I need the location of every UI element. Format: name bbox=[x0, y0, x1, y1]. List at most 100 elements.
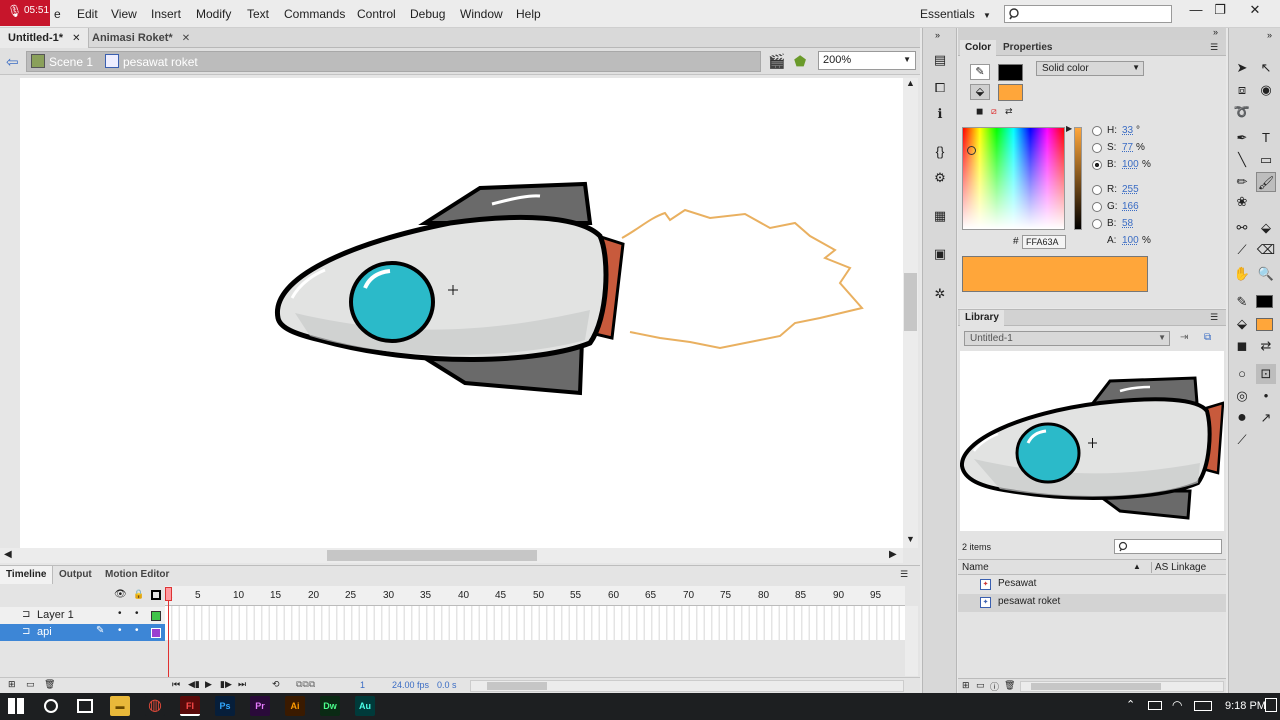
green-radio[interactable] bbox=[1092, 202, 1102, 212]
stroke-color-tool-swatch[interactable] bbox=[1256, 295, 1273, 308]
deco-tool-icon[interactable]: ❀ bbox=[1232, 192, 1252, 212]
project-icon[interactable]: ✲ bbox=[930, 284, 950, 304]
hue-radio[interactable] bbox=[1092, 126, 1102, 136]
scroll-up-icon[interactable]: ▲ bbox=[906, 78, 915, 88]
windows-start-icon[interactable] bbox=[8, 698, 24, 714]
color-spectrum[interactable] bbox=[962, 127, 1065, 230]
library-hscroll[interactable] bbox=[1020, 681, 1224, 692]
menu-insert[interactable]: Insert bbox=[151, 7, 181, 21]
outline-icon[interactable] bbox=[151, 590, 161, 600]
step-forward-icon[interactable]: ▮▶ bbox=[220, 679, 232, 690]
stroke-color-swatch[interactable] bbox=[998, 64, 1023, 81]
scroll-left-icon[interactable]: ◀ bbox=[4, 549, 12, 560]
info-icon[interactable]: ℹ bbox=[930, 104, 950, 124]
fill-type-select[interactable]: Solid color ▼ bbox=[1036, 61, 1144, 76]
panel-menu-icon[interactable]: ☰ bbox=[1210, 42, 1218, 53]
transform-icon[interactable]: ⧠ bbox=[930, 78, 950, 98]
tab-animasi-roket[interactable]: Animasi Roket* ✕ bbox=[84, 28, 198, 48]
free-transform-tool-icon[interactable]: ⧈ bbox=[1232, 80, 1252, 100]
line-tool-icon[interactable]: ╲ bbox=[1232, 150, 1252, 170]
layer-row-selected[interactable]: ⊐ api ✎ • • bbox=[0, 624, 165, 641]
red-value[interactable]: 255 bbox=[1122, 184, 1139, 195]
current-frame[interactable]: 1 bbox=[360, 680, 365, 690]
collapse-icon[interactable]: » bbox=[1213, 27, 1218, 37]
stage-vertical-scrollbar[interactable]: ▲ ▼ bbox=[903, 78, 918, 548]
keyboard-icon[interactable] bbox=[1194, 701, 1212, 711]
layer-color-swatch[interactable] bbox=[151, 611, 161, 621]
motion-presets-icon[interactable]: ▣ bbox=[930, 244, 950, 264]
rocket-artwork[interactable] bbox=[20, 78, 903, 548]
go-last-icon[interactable]: ⏭ bbox=[238, 679, 246, 690]
3d-rotation-tool-icon[interactable]: ◉ bbox=[1256, 80, 1276, 100]
brightness-slider[interactable] bbox=[1074, 127, 1082, 230]
tilt-icon[interactable]: ⟋ bbox=[1232, 430, 1252, 450]
code-snippets-icon[interactable]: {} bbox=[930, 142, 950, 162]
column-name[interactable]: Name bbox=[962, 562, 989, 573]
scroll-thumb[interactable] bbox=[487, 682, 547, 690]
hex-input[interactable]: FFA63A bbox=[1022, 235, 1066, 249]
fill-color-tool-swatch[interactable] bbox=[1256, 318, 1273, 331]
stroke-color-tool-icon[interactable]: ✎ bbox=[1232, 292, 1252, 312]
fill-color-icon[interactable]: ⬙ bbox=[970, 84, 990, 100]
wifi-icon[interactable]: ◠ bbox=[1172, 698, 1182, 712]
tab-library[interactable]: Library bbox=[960, 310, 1004, 326]
fill-color-swatch[interactable] bbox=[998, 84, 1023, 101]
menu-modify[interactable]: Modify bbox=[196, 7, 231, 21]
brush-tool-icon[interactable]: 🖌 bbox=[1256, 172, 1276, 192]
collapse-icon[interactable]: » bbox=[1267, 30, 1272, 40]
object-drawing-icon[interactable]: ○ bbox=[1232, 364, 1252, 384]
swap-colors-icon[interactable]: ⇄ bbox=[1256, 336, 1276, 356]
timeline-hscroll[interactable] bbox=[470, 680, 904, 692]
swap-colors-icon[interactable]: ⇄ bbox=[1005, 106, 1013, 117]
taskbar-app-premiere[interactable]: Pr bbox=[250, 696, 270, 716]
library-search-input[interactable] bbox=[1114, 539, 1222, 554]
taskbar-app-flash[interactable]: Fl bbox=[180, 696, 200, 716]
eye-icon[interactable]: 👁 bbox=[114, 589, 127, 600]
new-layer-icon[interactable]: ⊞ bbox=[8, 679, 16, 690]
trash-icon[interactable]: 🗑 bbox=[1004, 680, 1015, 691]
saturation-radio[interactable] bbox=[1092, 143, 1102, 153]
edit-scene-icon[interactable]: 🎬 bbox=[768, 53, 785, 70]
go-first-icon[interactable]: ⏮ bbox=[172, 679, 180, 690]
scroll-down-icon[interactable]: ▼ bbox=[906, 534, 915, 544]
frame-ruler[interactable]: 1 5 10 15 20 25 30 35 40 45 50 55 60 65 … bbox=[165, 586, 905, 606]
saturation-value[interactable]: 77 bbox=[1122, 142, 1133, 153]
play-icon[interactable]: ▶ bbox=[205, 679, 212, 690]
library-document-select[interactable]: Untitled-1 ▼ bbox=[964, 331, 1170, 346]
tab-untitled-1[interactable]: Untitled-1* ✕ bbox=[0, 28, 90, 48]
taskbar-app-photoshop[interactable]: Ps bbox=[215, 696, 235, 716]
stage-horizontal-scrollbar[interactable]: ◀ ▶ bbox=[0, 548, 903, 563]
menu-text[interactable]: Text bbox=[247, 7, 269, 21]
bone-tool-icon[interactable]: ⚯ bbox=[1232, 218, 1252, 238]
scroll-right-icon[interactable]: ▶ bbox=[889, 549, 897, 560]
restore-button[interactable]: ❐ bbox=[1205, 2, 1235, 22]
brush-mode-icon[interactable]: ◎ bbox=[1232, 386, 1252, 406]
menu-edit[interactable]: Edit bbox=[77, 7, 98, 21]
layer-name[interactable]: api bbox=[37, 626, 52, 638]
red-radio[interactable] bbox=[1092, 185, 1102, 195]
chrome-icon[interactable]: ◍ bbox=[145, 696, 165, 716]
pin-icon[interactable]: ⇥ bbox=[1180, 332, 1188, 343]
task-view-icon[interactable] bbox=[77, 699, 93, 713]
menu-help[interactable]: Help bbox=[516, 7, 541, 21]
brightness-radio[interactable] bbox=[1092, 160, 1102, 170]
tab-timeline[interactable]: Timeline bbox=[0, 566, 54, 584]
eyedropper-tool-icon[interactable]: ⟋ bbox=[1232, 240, 1252, 260]
back-arrow-icon[interactable]: ⇦ bbox=[6, 53, 19, 71]
green-value[interactable]: 166 bbox=[1122, 201, 1139, 212]
panel-menu-icon[interactable]: ☰ bbox=[900, 569, 908, 580]
zoom-select[interactable]: 200% ▼ bbox=[818, 51, 916, 70]
trash-icon[interactable]: 🗑 bbox=[44, 679, 55, 690]
black-white-icon[interactable]: ◼ bbox=[976, 106, 983, 117]
frame-rate[interactable]: 24.00 fps bbox=[392, 680, 429, 690]
tab-color[interactable]: Color bbox=[960, 40, 997, 56]
search-circle-icon[interactable] bbox=[44, 699, 58, 713]
file-explorer-icon[interactable]: ▬ bbox=[110, 696, 130, 716]
menu-window[interactable]: Window bbox=[460, 7, 503, 21]
library-item[interactable]: ✦ Pesawat bbox=[958, 576, 1226, 594]
chevron-up-icon[interactable]: ⌃ bbox=[1126, 698, 1135, 711]
menu-commands[interactable]: Commands bbox=[284, 7, 345, 21]
menu-debug[interactable]: Debug bbox=[410, 7, 445, 21]
new-symbol-icon[interactable]: ⊞ bbox=[962, 680, 970, 691]
selection-tool-icon[interactable]: ➤ bbox=[1232, 58, 1252, 78]
